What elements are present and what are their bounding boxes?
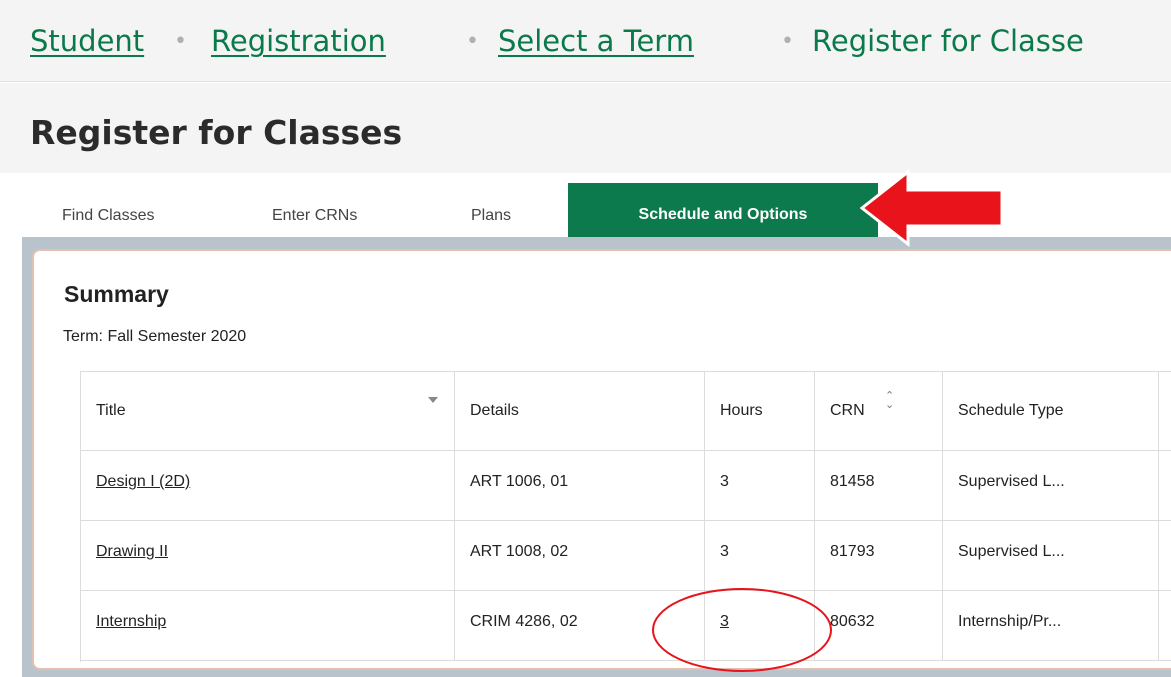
breadcrumb-separator: •: [781, 29, 794, 54]
breadcrumb-separator: •: [174, 29, 187, 54]
tab-schedule-and-options[interactable]: Schedule and Options: [568, 183, 878, 239]
course-details: ART 1008, 02: [470, 543, 569, 560]
breadcrumb: Student • Registration • Select a Term •…: [0, 0, 1171, 82]
course-title-link[interactable]: Internship: [96, 613, 166, 631]
course-details: ART 1006, 01: [470, 473, 569, 490]
column-header-schedule-type[interactable]: Schedule Type: [943, 372, 1159, 450]
course-schedule-type: Internship/Pr...: [958, 613, 1062, 630]
column-header-details[interactable]: Details: [455, 372, 705, 450]
breadcrumb-student[interactable]: Student: [30, 24, 144, 58]
column-header-title[interactable]: Title: [81, 372, 455, 450]
course-schedule-type: Supervised L...: [958, 543, 1065, 560]
summary-title: Summary: [64, 281, 169, 307]
course-hours: 3: [720, 473, 729, 490]
column-header-hours[interactable]: Hours: [705, 372, 815, 450]
breadcrumb-registration[interactable]: Registration: [211, 24, 386, 58]
schedule-table: Title Details Hours CRN ⌃ ⌄ Schedule Type…: [80, 371, 1171, 662]
breadcrumb-separator: •: [466, 29, 479, 54]
column-header-crn[interactable]: CRN ⌃ ⌄: [815, 372, 943, 450]
page-title: Register for Classes: [30, 113, 403, 152]
course-schedule-type: Supervised L...: [958, 473, 1065, 490]
table-header-row: Title Details Hours CRN ⌃ ⌄ Schedule Type: [81, 372, 1171, 451]
course-details: CRIM 4286, 02: [470, 613, 578, 630]
tab-plans[interactable]: Plans: [471, 183, 511, 239]
table-row: Internship CRIM 4286, 02 3 80632 Interns…: [81, 591, 1171, 661]
table-row: Design I (2D) ART 1006, 01 3 81458 Super…: [81, 451, 1171, 521]
term-label: Term: Fall Semester 2020: [63, 328, 247, 345]
breadcrumb-select-a-term[interactable]: Select a Term: [498, 24, 694, 58]
course-title-link[interactable]: Drawing II: [96, 543, 168, 561]
caret-down-icon: [428, 397, 438, 403]
course-crn: 81458: [830, 473, 875, 490]
table-row: Drawing II ART 1008, 02 3 81793 Supervis…: [81, 521, 1171, 591]
course-crn: 81793: [830, 543, 875, 560]
course-crn: 80632: [830, 613, 875, 630]
course-title-link[interactable]: Design I (2D): [96, 473, 190, 491]
breadcrumb-current: Register for Classe: [812, 24, 1084, 58]
sort-updown-icon: ⌃ ⌄: [885, 390, 895, 411]
tab-find-classes[interactable]: Find Classes: [62, 183, 154, 239]
course-hours: 3: [720, 543, 729, 560]
annotation-arrow-icon: [860, 168, 1004, 248]
annotation-circle: [652, 588, 832, 672]
tab-enter-crns[interactable]: Enter CRNs: [272, 183, 357, 239]
